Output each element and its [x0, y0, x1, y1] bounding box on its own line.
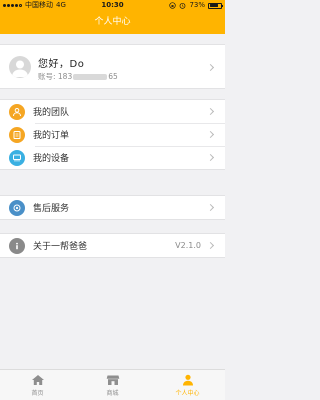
account-redacted — [73, 74, 108, 80]
home-icon — [31, 375, 44, 385]
menu-item-team[interactable]: 我的团队 — [0, 100, 225, 123]
menu-item-about[interactable]: 关于一帮爸爸 V2.1.0 — [0, 234, 225, 257]
menu-item-devices[interactable]: 我的设备 — [0, 146, 225, 169]
menu-item-service[interactable]: 售后服务 — [0, 196, 225, 219]
chevron-right-icon — [206, 153, 215, 162]
menu-group-main: 我的团队 我的订单 我的设备 — [0, 99, 225, 170]
menu-item-label: 我的团队 — [33, 108, 70, 118]
avatar — [9, 56, 31, 78]
battery-percent: 73% — [189, 1, 205, 9]
account-suffix: 65 — [108, 72, 118, 81]
chevron-right-icon — [206, 63, 215, 72]
tab-label: 个人中心 — [175, 390, 200, 397]
tab-store[interactable]: 商城 — [75, 370, 150, 400]
orders-icon — [9, 126, 25, 143]
chevron-right-icon — [206, 130, 215, 139]
nav-bar: 个人中心 — [0, 11, 225, 34]
menu-item-label: 售后服务 — [33, 204, 70, 214]
menu-item-label: 我的设备 — [33, 154, 70, 164]
app-version: V2.1.0 — [175, 241, 201, 250]
info-icon — [9, 237, 25, 254]
alarm-icon — [180, 2, 186, 9]
battery-icon — [208, 2, 223, 9]
device-icon — [9, 149, 25, 166]
chevron-right-icon — [206, 107, 215, 116]
page-title: 个人中心 — [94, 17, 131, 27]
menu-item-orders[interactable]: 我的订单 — [0, 123, 225, 146]
account-prefix: 账号: 183 — [38, 72, 73, 81]
team-icon — [9, 103, 25, 120]
tab-home[interactable]: 首页 — [0, 370, 75, 400]
tab-profile[interactable]: 个人中心 — [150, 370, 225, 400]
account-number: 账号: 183 65 — [38, 71, 118, 82]
avatar-icon — [12, 60, 28, 77]
service-icon — [9, 199, 25, 216]
tab-label: 首页 — [31, 390, 44, 397]
lock-rotation-icon — [169, 2, 177, 9]
profile-greeting: 您好，Do — [38, 59, 85, 70]
menu-item-label: 我的订单 — [33, 131, 70, 141]
chevron-right-icon — [206, 203, 215, 212]
menu-group-service: 售后服务 — [0, 195, 225, 220]
profile-card[interactable]: 您好，Do 账号: 183 65 — [0, 44, 225, 89]
menu-item-label: 关于一帮爸爸 — [33, 242, 88, 252]
status-bar: 中国移动 4G 10:30 73% — [0, 0, 225, 11]
tab-label: 商城 — [106, 390, 119, 397]
menu-group-about: 关于一帮爸爸 V2.1.0 — [0, 233, 225, 258]
chevron-right-icon — [206, 241, 215, 250]
store-icon — [106, 375, 119, 385]
tab-bar: 首页 商城 个人中心 — [0, 369, 225, 400]
person-icon — [182, 374, 193, 386]
